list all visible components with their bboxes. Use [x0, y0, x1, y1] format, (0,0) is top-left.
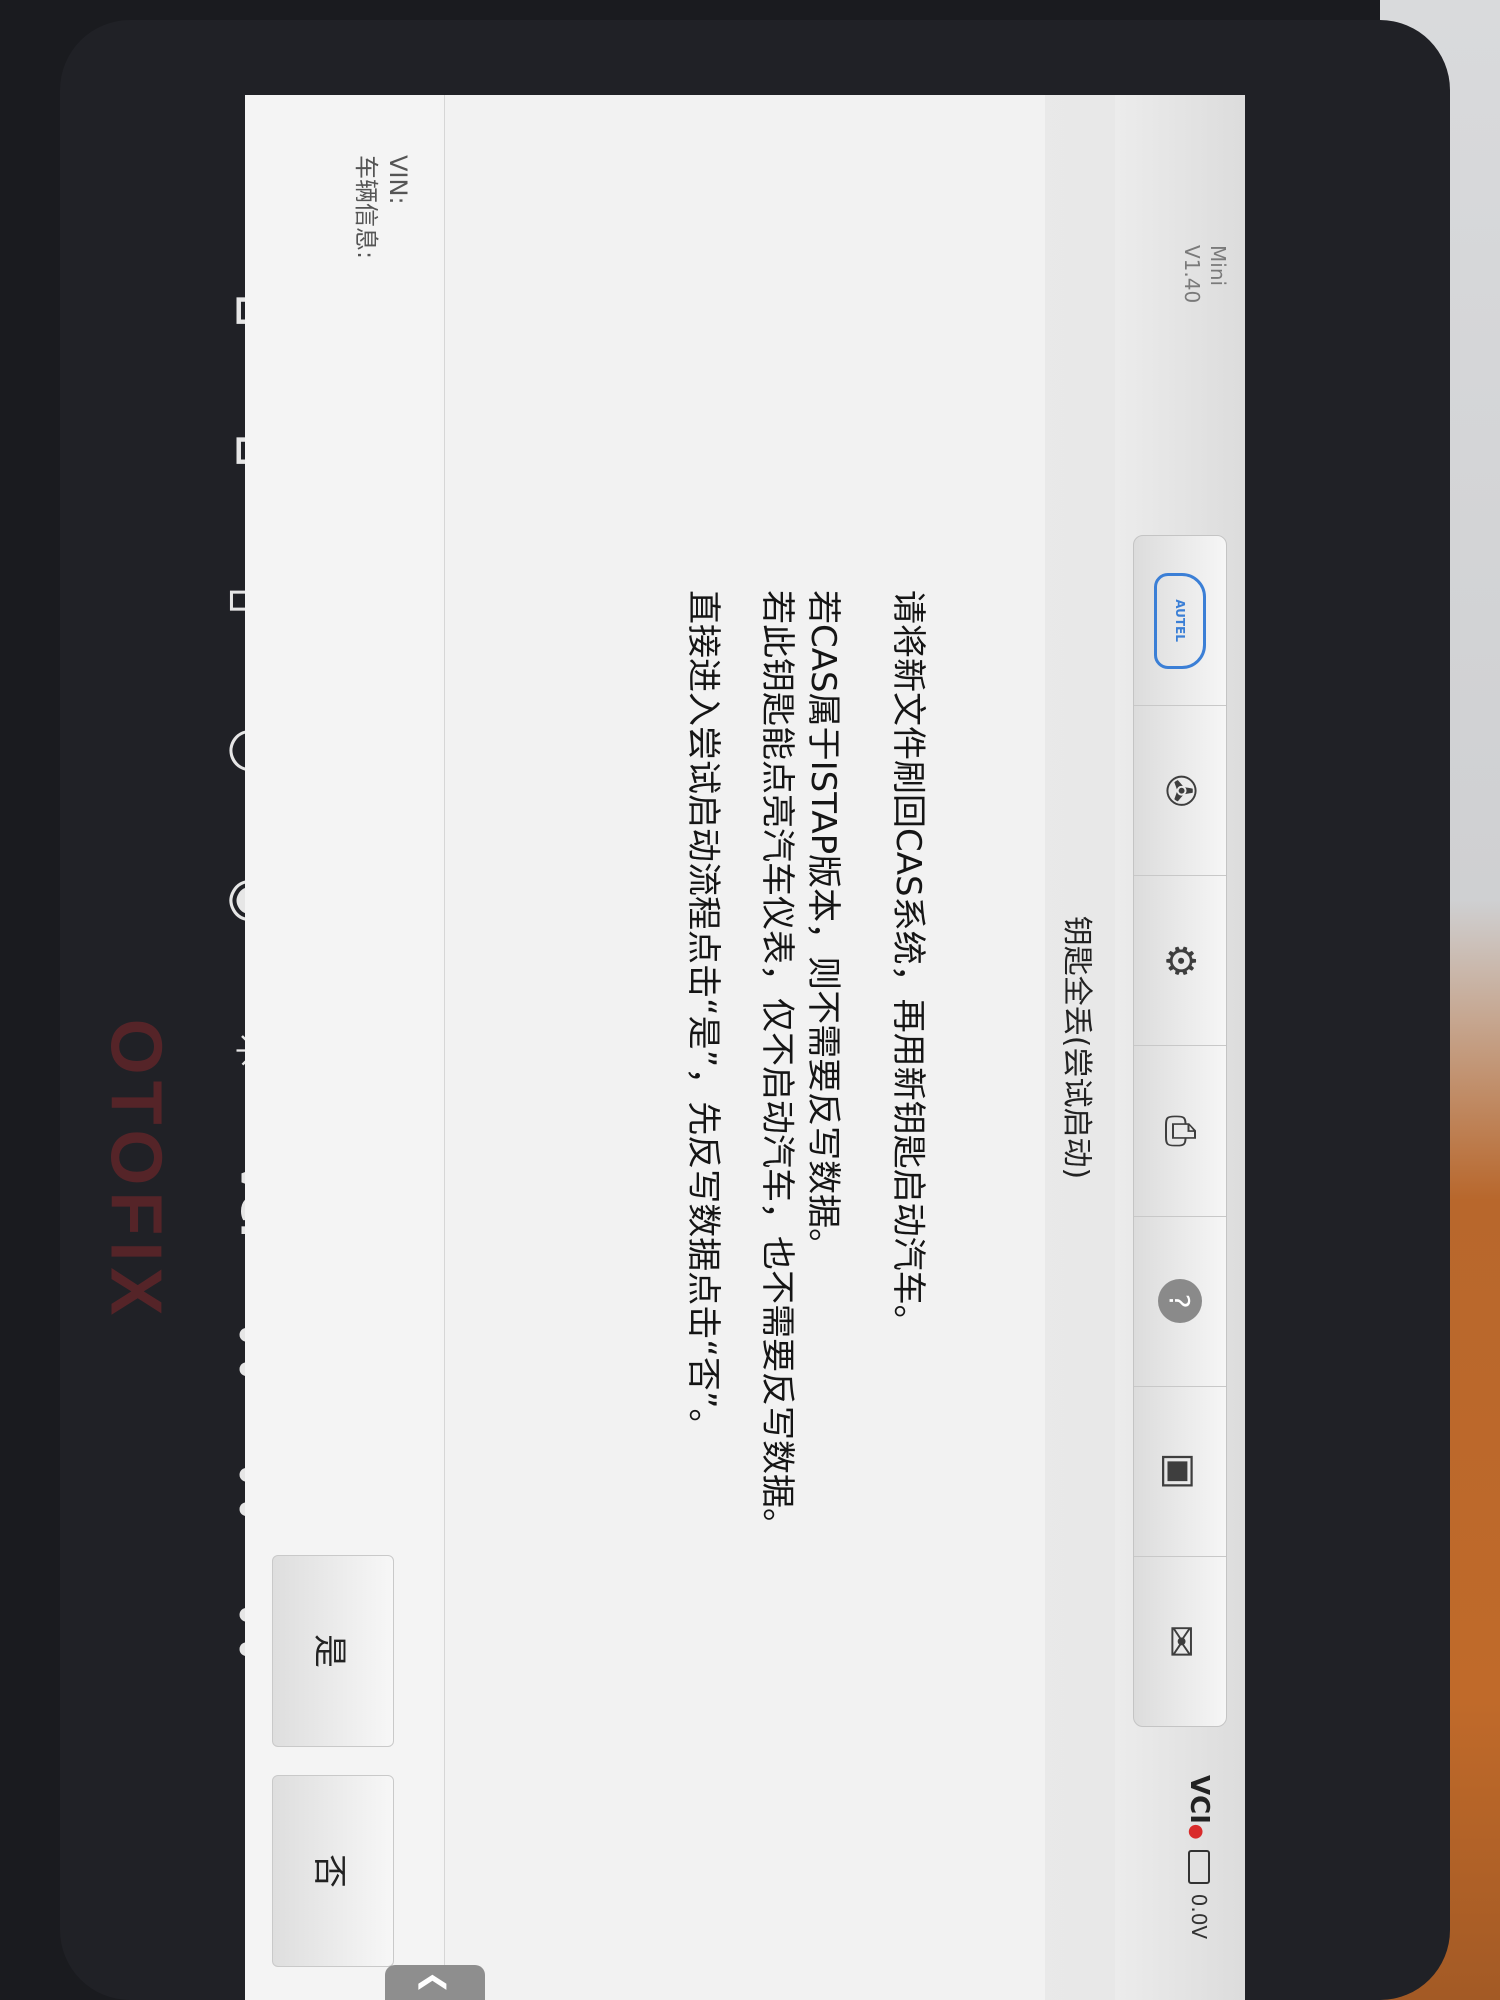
message-line-2: 若CAS属于ISTAP版本，则不需要反写数据。	[803, 590, 843, 1263]
vci-indicator: VCI●	[1184, 1775, 1214, 1840]
voltage-readout: 0.0V	[1187, 1893, 1211, 1940]
chevron-left-icon: ❮	[418, 1970, 452, 1995]
save-data-icon[interactable]: ▣	[1134, 1386, 1226, 1557]
vehicle-info: VIN: 车辆信息:	[350, 155, 414, 259]
footer-bar: VIN: 车辆信息: 是 否	[245, 95, 445, 2000]
settings-gear-icon[interactable]: ⚙	[1134, 876, 1226, 1047]
autel-logo: AUTEL	[1154, 572, 1206, 669]
message-panel: 请将新文件刷回CAS系统，再用新钥匙启动汽车。 若CAS属于ISTAP版本，则不…	[445, 95, 1045, 2000]
message-line-3: 若此钥匙能点亮汽车仪表，仅不启动汽车，也不需要反写数据。	[757, 590, 797, 1542]
no-button[interactable]: 否	[272, 1775, 394, 1967]
status-indicators: VCI● 0.0V	[1179, 1775, 1219, 1975]
yes-button[interactable]: 是	[272, 1555, 394, 1747]
product-name: Mini	[1206, 245, 1230, 287]
help-icon[interactable]: ?	[1134, 1216, 1226, 1387]
tools-icon[interactable]: ✇	[1134, 706, 1226, 877]
version-number: V1.40	[1180, 245, 1204, 304]
vin-label: VIN:	[384, 155, 412, 205]
message-icon[interactable]: ✉	[1134, 1557, 1226, 1726]
top-bar: Mini V1.40 AUTEL ✇ ⚙ ⎙ ? ▣ ✉ VCI● 0.0V	[1115, 95, 1245, 2000]
print-icon[interactable]: ⎙	[1134, 1046, 1226, 1217]
side-panel-tab[interactable]: ❮	[385, 1965, 485, 2000]
app-window: Mini V1.40 AUTEL ✇ ⚙ ⎙ ? ▣ ✉ VCI● 0.0V 钥…	[245, 95, 1245, 2000]
otofix-watermark: OTOFIX	[95, 1018, 176, 1322]
toolbar: AUTEL ✇ ⚙ ⎙ ? ▣ ✉	[1133, 535, 1227, 1727]
battery-icon	[1188, 1849, 1210, 1884]
version-label: Mini V1.40	[1179, 245, 1231, 335]
vehicle-info-label: 车辆信息:	[352, 155, 380, 260]
autel-home-icon[interactable]: AUTEL	[1134, 536, 1226, 707]
message-line-4: 直接进入尝试启动流程点击“是”，先反写数据点击“否”。	[683, 590, 723, 1443]
page-title: 钥匙全丢(尝试启动)	[1044, 95, 1115, 2000]
message-line-1: 请将新文件刷回CAS系统，再用新钥匙启动汽车。	[888, 590, 928, 1339]
device-screen: Mini V1.40 AUTEL ✇ ⚙ ⎙ ? ▣ ✉ VCI● 0.0V 钥…	[245, 95, 1245, 2000]
